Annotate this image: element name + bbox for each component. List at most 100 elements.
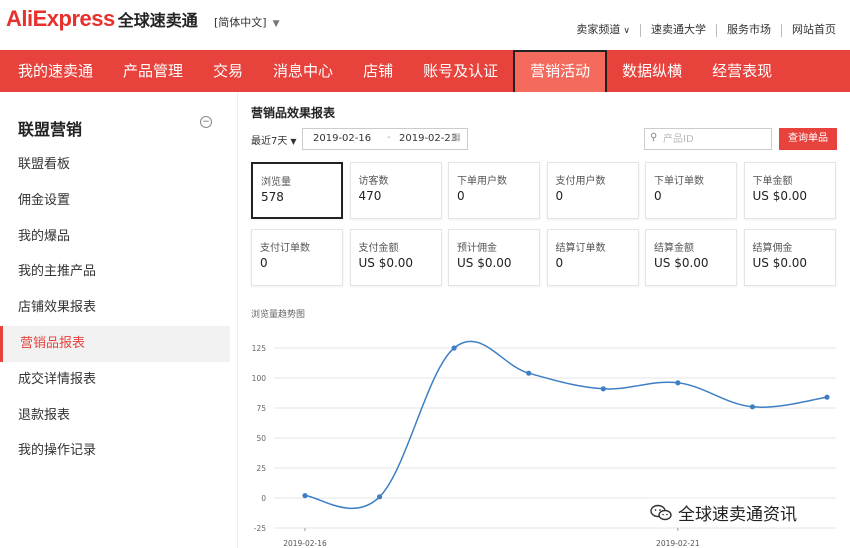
sidebar-title: 联盟营销 [18,120,83,139]
data-point [600,386,606,392]
sidebar-item-featured-products[interactable]: 我的主推产品 [0,254,230,290]
calendar-icon: ▦ [451,132,461,143]
date-separator: - [387,132,391,143]
data-point [451,345,457,351]
query-product-button[interactable]: 查询单品 [779,128,837,150]
date-start: 2019-02-16 [313,133,372,144]
wechat-watermark: 全球速卖通资讯 [648,498,799,527]
aliexpress-logo[interactable]: AliExpress 全球速卖通 [6,6,198,32]
metric-card-order-users[interactable]: 下单用户数 0 [448,162,540,219]
metric-value: US $0.00 [752,256,808,270]
data-point [675,380,681,386]
nav-item-marketing[interactable]: 营销活动 [513,50,608,92]
top-links: 卖家频道 ∨ 速卖通大学 服务市场 网站首页 [566,24,836,37]
product-search: ⚲ [644,128,772,150]
metric-value: 0 [654,189,662,203]
main-content: 营销品效果报表 最近7天 ▼ 2019-02-16 - 2019-02-23 ▦ … [238,92,850,548]
collapse-icon[interactable]: − [200,116,212,128]
nav-item-my-aliexpress[interactable]: 我的速卖通 [0,50,108,92]
chevron-down-icon: ∨ [623,26,630,36]
date-range-picker[interactable]: 2019-02-16 - 2019-02-23 ▦ [302,128,468,150]
top-link-service-market[interactable]: 服务市场 [717,24,782,37]
y-tick-label: -25 [254,524,266,533]
sidebar-item-refund-report[interactable]: 退款报表 [0,398,230,434]
y-tick-label: 75 [256,404,266,413]
nav-item-account[interactable]: 账号及认证 [408,50,513,92]
metric-label: 支付金额 [358,243,399,254]
metric-label: 结算订单数 [555,243,606,254]
metric-card-orders[interactable]: 下单订单数 0 [645,162,737,219]
metric-value: US $0.00 [654,256,709,270]
metric-card-paid-orders[interactable]: 支付订单数 0 [251,229,343,286]
page-title: 营销品效果报表 [251,106,336,120]
product-id-input[interactable] [663,131,767,147]
metric-label: 下单金额 [752,176,793,187]
nav-item-messages[interactable]: 消息中心 [258,50,348,92]
sidebar-item-product-report[interactable]: 营销品报表 [0,325,230,362]
metric-card-paying-users[interactable]: 支付用户数 0 [546,162,639,219]
sidebar-item-store-report[interactable]: 店铺效果报表 [0,290,230,326]
metric-label: 结算金额 [654,243,694,254]
y-tick-label: 125 [252,344,267,353]
range-label: 最近7天 [251,136,288,147]
chevron-down-icon: ▼ [272,19,280,29]
nav-item-store[interactable]: 店铺 [348,50,408,92]
metric-value: 0 [555,256,564,270]
metric-value: US $0.00 [457,256,512,270]
metric-value: 470 [358,189,382,203]
metric-value: 0 [457,189,465,203]
nav-item-products[interactable]: 产品管理 [108,50,198,92]
data-point [824,394,830,400]
sidebar-item-commission[interactable]: 佣金设置 [0,183,230,219]
logo-text: AliExpress [6,6,115,31]
wechat-icon [650,504,672,520]
metric-label: 支付订单数 [260,243,310,254]
y-tick-label: 25 [256,464,266,473]
sidebar-item-hot-products[interactable]: 我的爆品 [0,219,230,255]
metric-card-estimated-commission[interactable]: 预计佣金 US $0.00 [448,229,540,286]
caret-down-icon: ▼ [290,137,297,146]
data-point [376,494,383,500]
y-tick-label: 50 [256,434,266,443]
metric-label: 访客数 [358,176,389,187]
metric-value: 578 [261,190,284,204]
data-point [526,370,532,376]
nav-item-transactions[interactable]: 交易 [198,50,258,92]
sidebar-item-operation-log[interactable]: 我的操作记录 [0,433,230,469]
series-line [304,340,828,510]
metric-card-settled-commission[interactable]: 结算佣金 US $0.00 [743,229,836,286]
metric-card-page-views[interactable]: 浏览量 578 [251,162,343,219]
logo-cn-text: 全球速卖通 [117,13,198,30]
metric-label: 预计佣金 [457,243,497,254]
top-link-university[interactable]: 速卖通大学 [641,24,717,37]
sidebar: 联盟营销 − 联盟看板 佣金设置 我的爆品 我的主推产品 店铺效果报表 营销品报… [0,92,238,548]
metric-card-visitors[interactable]: 访客数 470 [349,162,442,219]
metric-card-settled-amount[interactable]: 结算金额 US $0.00 [645,229,737,286]
sidebar-item-dashboard[interactable]: 联盟看板 [0,147,230,183]
range-dropdown[interactable]: 最近7天 ▼ [251,132,297,147]
date-end: 2019-02-23 [399,133,458,144]
metric-label: 下单用户数 [457,176,507,187]
metric-value: 0 [555,189,564,203]
search-icon: ⚲ [650,132,658,143]
metric-card-order-amount[interactable]: 下单金额 US $0.00 [743,162,836,219]
x-tick-label: 2019-02-16 [283,539,327,548]
language-label: [简体中文] [214,16,267,29]
metric-label: 下单订单数 [654,176,704,187]
metric-value: US $0.00 [752,189,808,203]
top-link-home[interactable]: 网站首页 [782,24,836,37]
top-link-seller-channel[interactable]: 卖家频道 ∨ [566,24,641,37]
nav-item-performance[interactable]: 经营表现 [697,50,787,92]
y-tick-label: 100 [252,374,267,383]
metric-card-paid-amount[interactable]: 支付金额 US $0.00 [349,229,442,286]
y-tick-label: 0 [261,494,266,503]
nav-item-data[interactable]: 数据纵横 [607,50,697,92]
top-header: AliExpress 全球速卖通 [简体中文] ▼ 卖家频道 ∨ 速卖通大学 服务市场… [0,0,850,50]
metric-card-settled-orders[interactable]: 结算订单数 0 [546,229,639,286]
sidebar-item-order-details[interactable]: 成交详情报表 [0,362,230,398]
data-point [749,404,756,410]
data-point [302,493,308,499]
language-selector[interactable]: [简体中文] ▼ [214,14,280,30]
metric-value: US $0.00 [358,256,414,270]
watermark-text: 全球速卖通资讯 [678,505,797,525]
